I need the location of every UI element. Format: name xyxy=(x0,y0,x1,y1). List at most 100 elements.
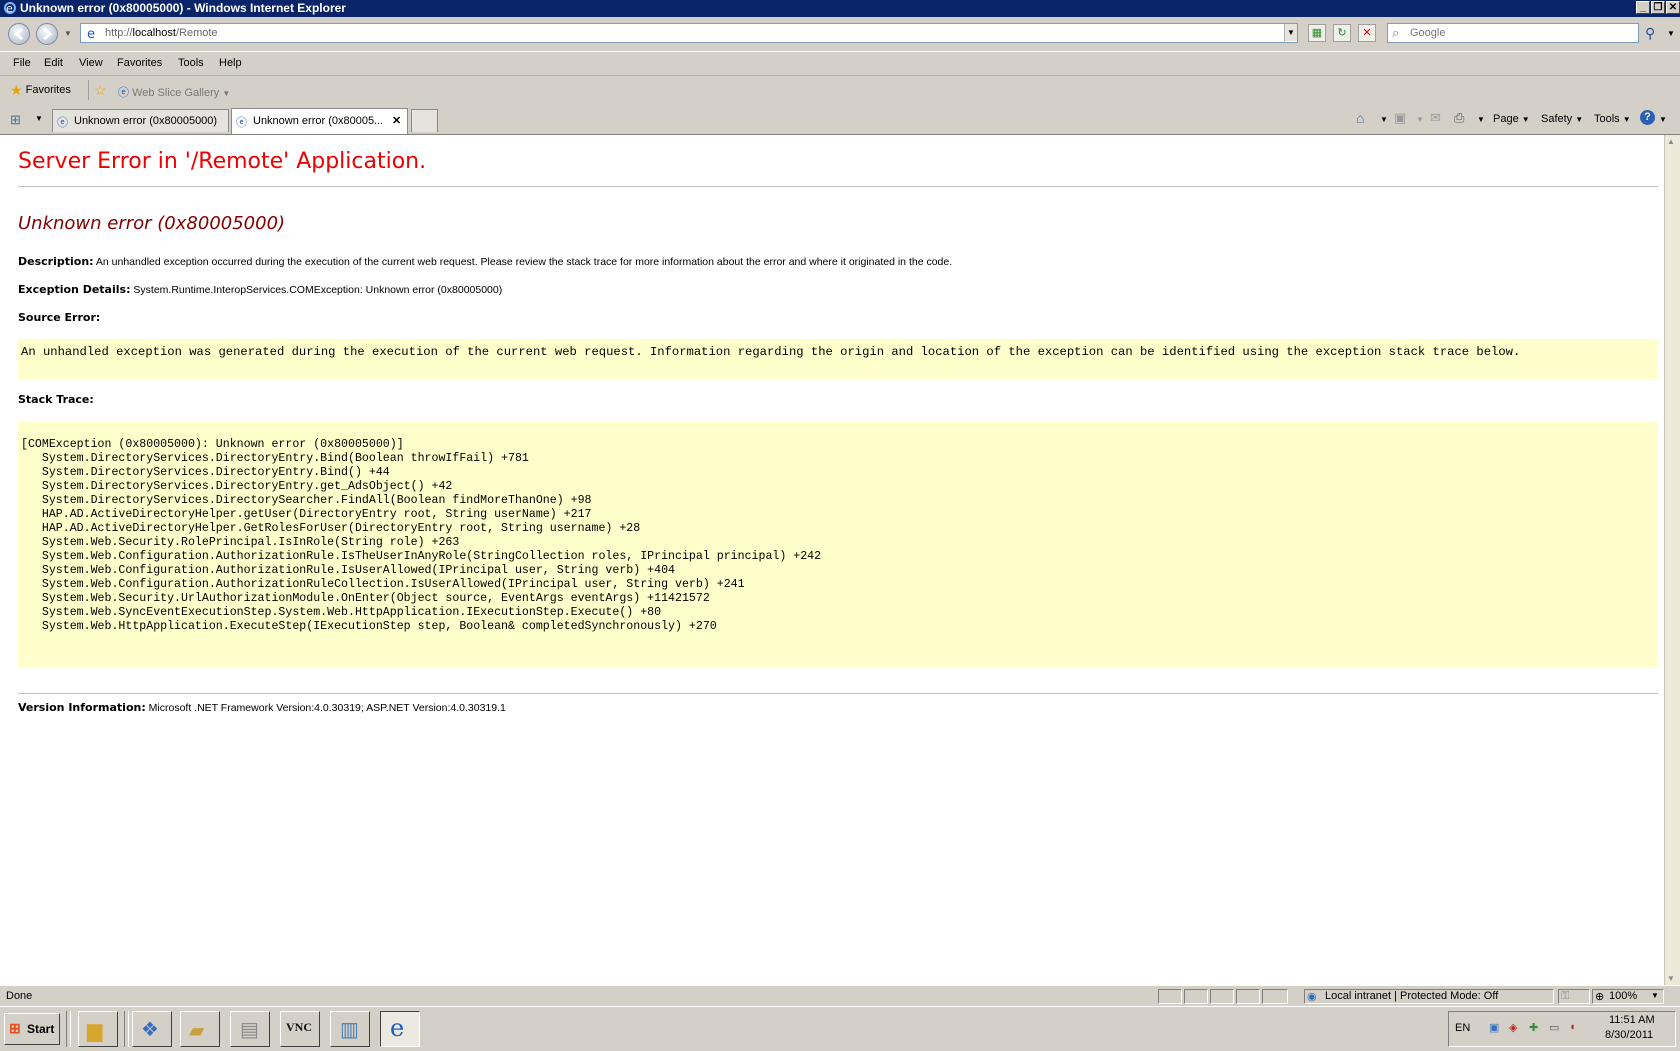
search-button[interactable]: ⚲ xyxy=(1645,25,1655,42)
menu-edit[interactable]: Edit xyxy=(44,57,63,69)
search-box[interactable]: ⌕ xyxy=(1387,23,1640,43)
restore-button[interactable]: ❐ xyxy=(1651,1,1665,14)
tools-menu[interactable]: Tools ▼ xyxy=(1594,113,1631,125)
stack-trace-line: System.DirectoryServices.DirectoryEntry.… xyxy=(21,452,529,465)
zoom-control[interactable]: ⊕ 100% ▼ xyxy=(1592,989,1664,1004)
search-options-dropdown[interactable]: ▼ xyxy=(1667,29,1675,38)
tab-1[interactable]: ⓔ Unknown error (0x80005000) xyxy=(52,109,229,132)
search-input[interactable] xyxy=(1408,26,1640,40)
zoom-icon: ⊕ xyxy=(1595,991,1605,1003)
vertical-scrollbar[interactable]: ▲ ▼ xyxy=(1664,135,1680,985)
description-label: Description: xyxy=(18,255,94,268)
menu-help[interactable]: Help xyxy=(219,57,242,69)
stack-trace-line: System.DirectoryServices.DirectoryEntry.… xyxy=(21,480,453,493)
shell-icon: ▰ xyxy=(189,1020,205,1042)
security-zone[interactable]: ◉ Local intranet | Protected Mode: Off xyxy=(1304,989,1554,1004)
close-window-button[interactable]: ✕ xyxy=(1666,1,1680,14)
recent-pages-dropdown[interactable]: ▼ xyxy=(64,29,72,38)
stack-trace-label: Stack Trace: xyxy=(18,393,94,406)
zoom-level: 100% xyxy=(1609,990,1638,1002)
description-text: An unhandled exception occurred during t… xyxy=(95,256,953,268)
safety-menu-label: Safety xyxy=(1541,113,1573,125)
scroll-down-arrow[interactable]: ▼ xyxy=(1667,974,1675,983)
tools-menu-label: Tools xyxy=(1594,113,1620,125)
help-dropdown[interactable]: ▼ xyxy=(1659,115,1667,124)
print-dropdown[interactable]: ▼ xyxy=(1477,115,1485,124)
title-divider xyxy=(18,186,1658,187)
favorites-button[interactable]: ★ Favorites xyxy=(10,82,71,99)
shell-taskbar-button[interactable]: ▰ xyxy=(180,1011,220,1047)
start-label: Start xyxy=(27,1022,55,1036)
error-title: Unknown error (0x80005000) xyxy=(18,213,286,234)
url-prefix: http:// xyxy=(105,27,133,39)
clock-time[interactable]: 11:51 AM xyxy=(1609,1014,1655,1026)
tab-2-active[interactable]: ⓔ Unknown error (0x80005... ✕ xyxy=(231,108,408,134)
explorer-taskbar-button[interactable]: ▆ xyxy=(78,1011,118,1047)
tray-app-icon[interactable]: ▣ xyxy=(1489,1021,1499,1034)
tray-volume-icon[interactable]: ◖ xyxy=(1569,1021,1576,1033)
menu-favorites[interactable]: Favorites xyxy=(117,57,162,69)
quick-tabs-button[interactable]: ⊞ xyxy=(10,112,28,128)
address-dropdown[interactable]: ▼ xyxy=(1284,24,1297,41)
start-button[interactable]: ⊞ Start xyxy=(4,1013,60,1045)
stack-trace-line: System.Web.Configuration.AuthorizationRu… xyxy=(21,578,745,591)
stack-trace-line: System.DirectoryServices.DirectorySearch… xyxy=(21,494,592,507)
network-icon: ▤ xyxy=(240,1019,259,1041)
print-button[interactable]: ⎙ xyxy=(1454,110,1464,126)
safety-menu[interactable]: Safety ▼ xyxy=(1541,113,1583,125)
stop-button[interactable]: ✕ xyxy=(1358,24,1376,42)
tray-network-icon[interactable]: ▭ xyxy=(1549,1021,1559,1034)
page-menu[interactable]: Page ▼ xyxy=(1493,113,1530,125)
intranet-globe-icon: ◉ xyxy=(1307,991,1317,1003)
help-button[interactable]: ? xyxy=(1640,110,1655,125)
ie-logo-icon: e xyxy=(4,2,16,15)
protected-mode-button[interactable]: ⚿ xyxy=(1558,989,1590,1004)
tray-security-icon[interactable]: ◈ xyxy=(1509,1021,1517,1034)
feeds-dropdown[interactable]: ▼ xyxy=(1416,115,1424,124)
iis-manager-taskbar-button[interactable]: ▥ xyxy=(330,1011,370,1047)
network-taskbar-button[interactable]: ▤ xyxy=(230,1011,270,1047)
tray-tool-icon[interactable]: ✚ xyxy=(1529,1021,1538,1034)
svg-text:e: e xyxy=(6,2,13,15)
menu-file[interactable]: File xyxy=(13,57,31,69)
scroll-up-arrow[interactable]: ▲ xyxy=(1667,137,1675,146)
status-segment xyxy=(1210,989,1234,1004)
address-field[interactable]: e http://localhost/Remote xyxy=(80,23,1298,43)
version-label: Version Information: xyxy=(18,701,146,714)
stack-trace-line: HAP.AD.ActiveDirectoryHelper.GetRolesFor… xyxy=(21,522,641,535)
server-manager-taskbar-button[interactable]: ❖ xyxy=(132,1011,172,1047)
server-manager-icon: ❖ xyxy=(141,1019,159,1041)
stack-trace-line: System.Web.SyncEventExecutionStep.System… xyxy=(21,606,662,619)
web-slice-gallery-link[interactable]: ⓔ Web Slice Gallery ▼ xyxy=(118,84,230,100)
new-tab-button[interactable] xyxy=(411,109,438,132)
divider xyxy=(88,80,89,100)
search-icon: ⚲ xyxy=(1645,25,1656,41)
back-button[interactable] xyxy=(8,23,30,45)
stack-trace-line: System.Web.HttpApplication.ExecuteStep(I… xyxy=(21,620,717,633)
feeds-button[interactable]: ▣ xyxy=(1394,110,1406,126)
internet-explorer-taskbar-button[interactable]: e xyxy=(380,1011,420,1047)
forward-button[interactable] xyxy=(36,23,58,45)
minimize-button[interactable]: _ xyxy=(1636,1,1650,14)
url-host: localhost xyxy=(132,27,176,39)
menu-view[interactable]: View xyxy=(79,57,103,69)
vnc-taskbar-button[interactable]: VNC xyxy=(280,1011,320,1047)
chevron-down-icon: ▼ xyxy=(1651,991,1659,1000)
printer-icon: ⎙ xyxy=(1454,110,1465,125)
tab-list-dropdown[interactable]: ▼ xyxy=(35,114,43,123)
clock-date[interactable]: 8/30/2011 xyxy=(1605,1029,1653,1041)
close-tab-icon[interactable]: ✕ xyxy=(392,114,401,127)
home-icon: ⌂ xyxy=(1356,110,1365,126)
menu-tools[interactable]: Tools xyxy=(178,57,204,69)
mail-icon: ✉ xyxy=(1430,110,1441,125)
home-button[interactable]: ⌂ xyxy=(1356,110,1364,126)
language-indicator[interactable]: EN xyxy=(1455,1022,1470,1034)
chevron-down-icon: ▼ xyxy=(1521,115,1530,124)
home-dropdown[interactable]: ▼ xyxy=(1380,115,1388,124)
page-content: Server Error in '/Remote' Application. U… xyxy=(8,135,1662,985)
read-mail-button[interactable]: ✉ xyxy=(1430,110,1441,126)
add-favorite-button[interactable]: ☆ xyxy=(94,82,107,99)
compatibility-view-button[interactable]: ▦ xyxy=(1308,24,1326,42)
refresh-button[interactable]: ↻ xyxy=(1333,24,1351,42)
stack-trace: [COMException (0x80005000): Unknown erro… xyxy=(21,438,821,634)
